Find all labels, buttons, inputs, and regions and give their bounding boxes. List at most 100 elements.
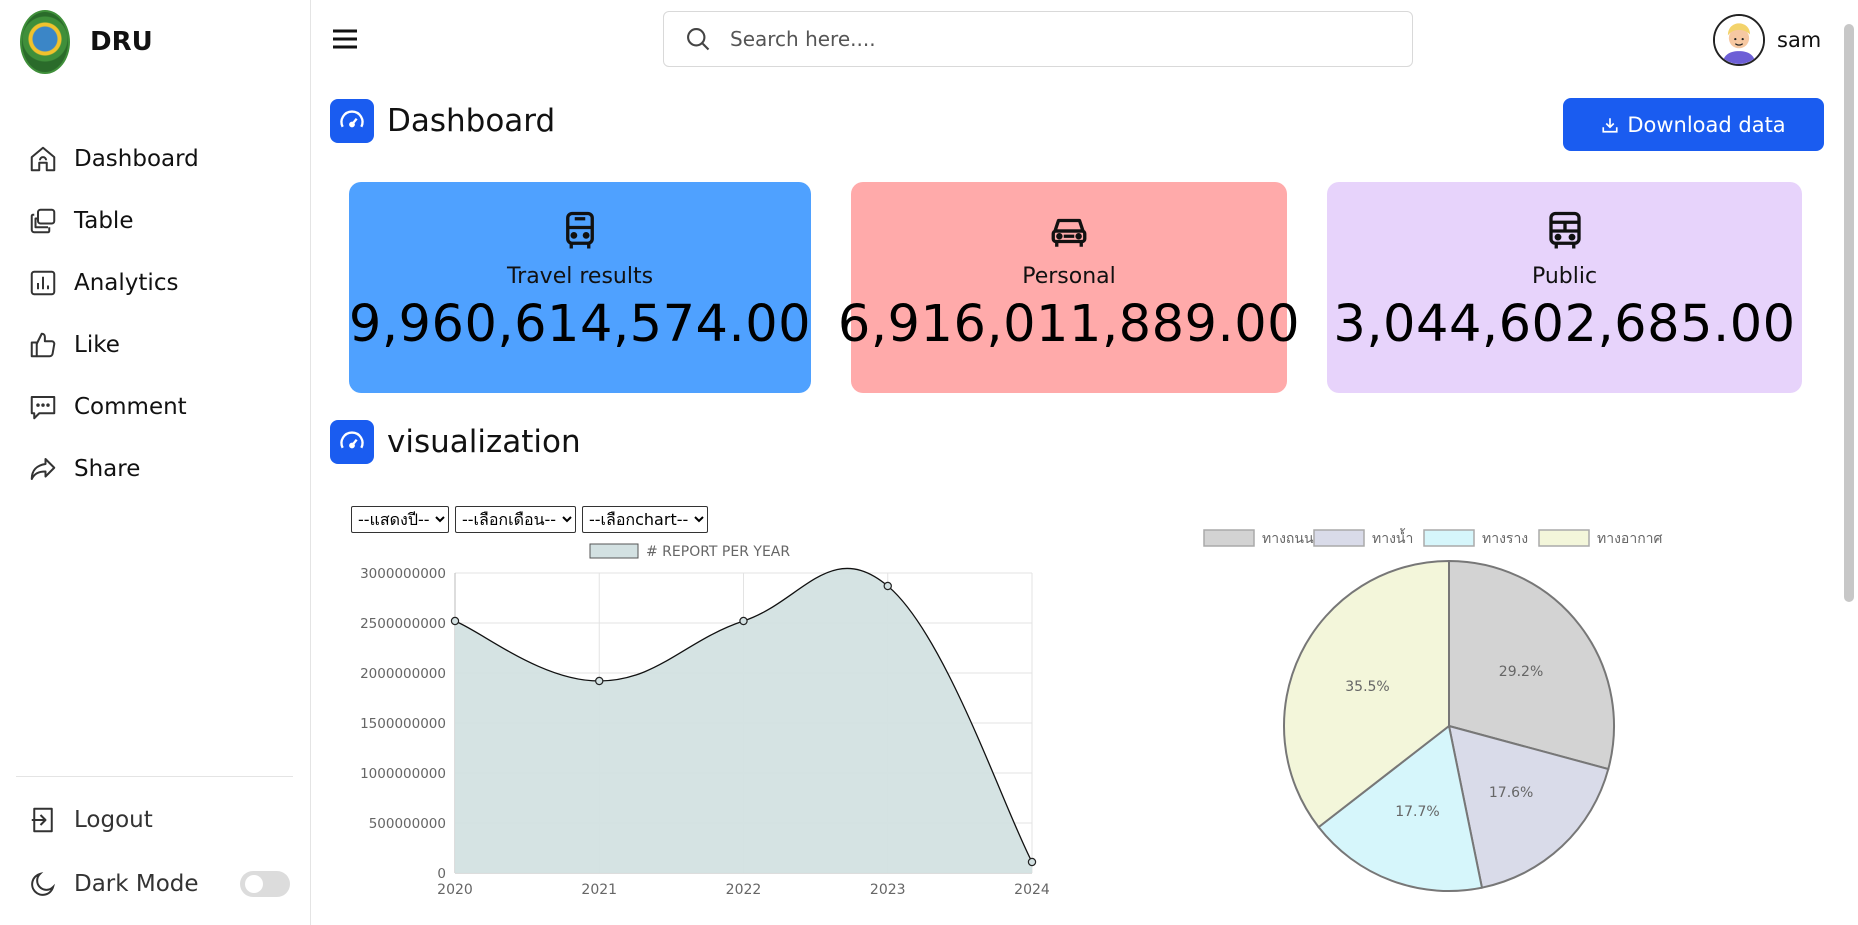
- sidebar-nav: Dashboard Table Analytics Like Comment S…: [28, 128, 199, 500]
- y-tick-label: 0: [437, 866, 446, 882]
- sidebar-item-label: Table: [74, 208, 134, 234]
- sidebar-item-label: Dashboard: [74, 146, 199, 172]
- legend-swatch: [1203, 529, 1255, 547]
- sidebar-item-comment[interactable]: Comment: [28, 376, 199, 438]
- x-tick-label: 2022: [726, 882, 762, 898]
- legend-item: ทางราง: [1423, 529, 1528, 547]
- legend-label: # REPORT PER YEAR: [646, 544, 790, 560]
- legend-label: ทางน้ำ: [1372, 528, 1413, 547]
- chart-type-select[interactable]: --เลือกchart--: [582, 506, 708, 533]
- avatar: [1713, 14, 1765, 66]
- transport-mode-pie-chart: ทางถนน ทางน้ำ ทางราง ทางอากาศ 29.2% 17.6% 17.7…: [1203, 528, 1663, 892]
- yearly-report-area-chart: # REPORT PER YEAR 0 500000000 1000000000 150…: [360, 543, 1050, 898]
- card-label: Public: [1531, 264, 1598, 289]
- thumbs-up-icon: [30, 332, 56, 358]
- slice-label: 17.7%: [1395, 804, 1439, 820]
- card-value: 3,044,602,685.00: [1333, 295, 1796, 354]
- university-logo: [20, 10, 70, 74]
- card-public: Public 3,044,602,685.00: [1327, 182, 1802, 393]
- data-point: [883, 581, 892, 591]
- hamburger-icon: [333, 29, 357, 49]
- logout-icon: [31, 807, 53, 833]
- card-label: Personal: [1022, 264, 1116, 289]
- data-point: [1027, 857, 1037, 867]
- speedometer-icon: [330, 420, 374, 464]
- legend-label: ทางอากาศ: [1597, 531, 1663, 547]
- sidebar-item-like[interactable]: Like: [28, 314, 199, 376]
- card-travel-results: Travel results 9,960,614,574.00: [349, 182, 811, 393]
- sidebar-item-label: Comment: [74, 394, 187, 420]
- year-select[interactable]: --แสดงปี--: [351, 506, 449, 533]
- sidebar-divider: [16, 776, 293, 777]
- menu-toggle-button[interactable]: [330, 24, 360, 54]
- dark-mode-label: Dark Mode: [74, 871, 199, 897]
- card-label: Travel results: [506, 264, 654, 289]
- sidebar-item-dashboard[interactable]: Dashboard: [28, 128, 199, 190]
- legend-item: ทางถนน: [1203, 529, 1314, 547]
- x-tick-label: 2024: [1014, 882, 1050, 898]
- chart-filters: --แสดงปี-- --เลือกเดือน-- --เลือกchart--: [351, 506, 708, 533]
- dark-mode-toggle[interactable]: [240, 871, 290, 897]
- data-point: [739, 616, 748, 626]
- sidebar-item-label: Analytics: [74, 270, 179, 296]
- chart-legend: # REPORT PER YEAR: [589, 543, 790, 560]
- x-tick-label: 2023: [870, 882, 906, 898]
- visualization-heading: visualization: [330, 420, 581, 464]
- sidebar-item-table[interactable]: Table: [28, 190, 199, 252]
- y-tick-label: 3000000000: [360, 566, 446, 582]
- download-label: Download data: [1627, 112, 1786, 137]
- slice-label: 29.2%: [1499, 664, 1543, 680]
- sidebar: DRU Dashboard Table Analytics Like Comme…: [0, 0, 311, 925]
- sidebar-item-label: Like: [74, 332, 120, 358]
- search-icon: [687, 28, 710, 51]
- legend-label: ทางถนน: [1262, 531, 1314, 547]
- moon-icon: [31, 871, 56, 896]
- search-bar: [663, 11, 1413, 67]
- legend-label: ทางราง: [1482, 531, 1528, 547]
- card-value: 6,916,011,889.00: [837, 295, 1301, 354]
- y-tick-label: 2000000000: [360, 666, 446, 682]
- search-input[interactable]: [730, 27, 1370, 51]
- home-icon: [30, 146, 56, 172]
- layers-icon: [30, 208, 56, 234]
- slice-label: 17.6%: [1489, 785, 1533, 801]
- bar-chart-icon: [30, 270, 56, 296]
- logout-button[interactable]: Logout: [28, 800, 153, 840]
- card-value: 9,960,614,574.00: [348, 295, 812, 354]
- username: sam: [1777, 28, 1822, 52]
- section-title: visualization: [387, 424, 581, 460]
- month-select[interactable]: --เลือกเดือน--: [455, 506, 576, 533]
- legend-swatch: [589, 543, 639, 559]
- data-point: [450, 616, 460, 626]
- dashboard-heading: Dashboard: [330, 99, 555, 143]
- bus-icon: [1548, 211, 1581, 249]
- legend-item: ทางอากาศ: [1538, 529, 1663, 547]
- car-icon: [1051, 218, 1087, 247]
- legend-item: ทางน้ำ: [1313, 528, 1413, 547]
- card-personal: Personal 6,916,011,889.00: [838, 182, 1300, 393]
- y-tick-label: 500000000: [369, 816, 446, 832]
- x-tick-label: 2020: [437, 882, 473, 898]
- brand[interactable]: DRU: [20, 10, 153, 74]
- x-tick-label: 2021: [581, 882, 617, 898]
- page-scrollbar[interactable]: [1844, 24, 1854, 602]
- sidebar-item-share[interactable]: Share: [28, 438, 199, 500]
- user-menu[interactable]: sam: [1713, 14, 1821, 66]
- avatar-image: [1715, 16, 1763, 64]
- download-data-button[interactable]: Download data: [1563, 98, 1824, 151]
- legend-swatch: [1538, 529, 1590, 547]
- page-title: Dashboard: [387, 103, 556, 139]
- legend-swatch: [1313, 529, 1365, 547]
- y-tick-label: 1000000000: [360, 766, 446, 782]
- data-point: [595, 676, 604, 686]
- share-icon: [30, 458, 56, 480]
- slice-label: 35.5%: [1345, 679, 1389, 695]
- speedometer-icon: [330, 99, 374, 143]
- logout-label: Logout: [74, 807, 153, 833]
- y-tick-label: 1500000000: [360, 716, 446, 732]
- bus-front-icon: [566, 211, 594, 249]
- comment-icon: [30, 396, 56, 420]
- sidebar-item-analytics[interactable]: Analytics: [28, 252, 199, 314]
- legend-swatch: [1423, 529, 1475, 547]
- sidebar-item-label: Share: [74, 456, 141, 482]
